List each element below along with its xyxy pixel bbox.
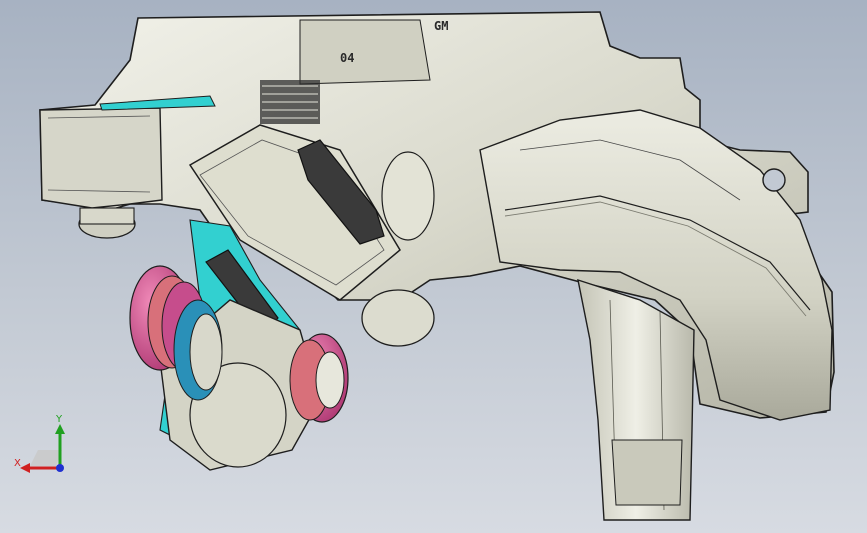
gm-logo: GM (434, 19, 448, 33)
y-axis-label: Y (55, 414, 63, 425)
part-mark: 04 (340, 51, 354, 65)
tie-rod-hole (762, 168, 786, 192)
lower-boss (361, 289, 435, 347)
bushing-right (289, 333, 349, 423)
knuckle-3d-model[interactable]: GM 04 (0, 0, 867, 533)
x-axis-label: X (14, 458, 21, 469)
leg-pocket (611, 439, 683, 506)
left-flange (39, 107, 163, 209)
xy-plane-icon (30, 450, 62, 466)
z-axis-icon (56, 464, 64, 472)
orientation-triad: Y X (14, 414, 65, 473)
cad-viewport[interactable]: GM 04 Y X (0, 0, 867, 533)
